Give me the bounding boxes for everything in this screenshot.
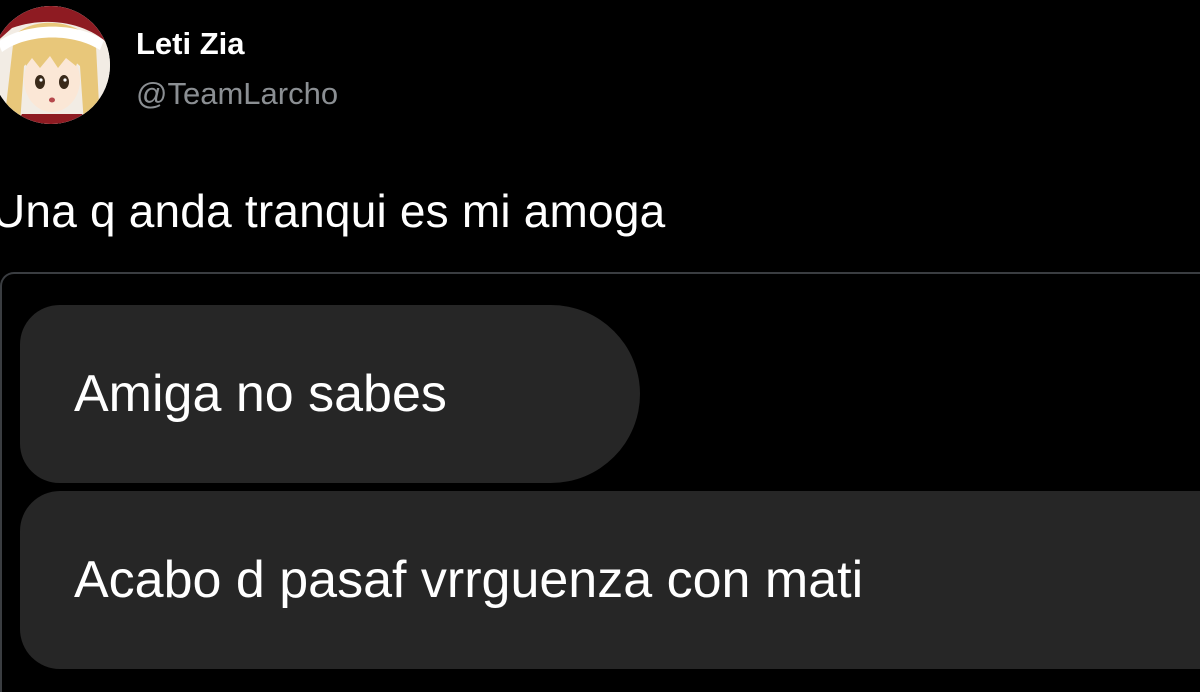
author-display-name[interactable]: Leti Zia: [136, 26, 245, 62]
chat-bubble: Acabo d pasaf vrrguenza con mati: [20, 491, 1200, 669]
tweet-card: Leti Zia @TeamLarcho Una q anda tranqui …: [0, 0, 1200, 692]
chat-bubble: Amiga no sabes: [20, 305, 640, 483]
anime-avatar-icon: [0, 6, 110, 124]
tweet-text: Una q anda tranqui es mi amoga: [0, 185, 666, 237]
avatar[interactable]: [0, 6, 110, 124]
author-handle[interactable]: @TeamLarcho: [136, 76, 338, 112]
chat-message-text: Acabo d pasaf vrrguenza con mati: [74, 551, 864, 609]
chat-message-text: Amiga no sabes: [74, 365, 447, 423]
